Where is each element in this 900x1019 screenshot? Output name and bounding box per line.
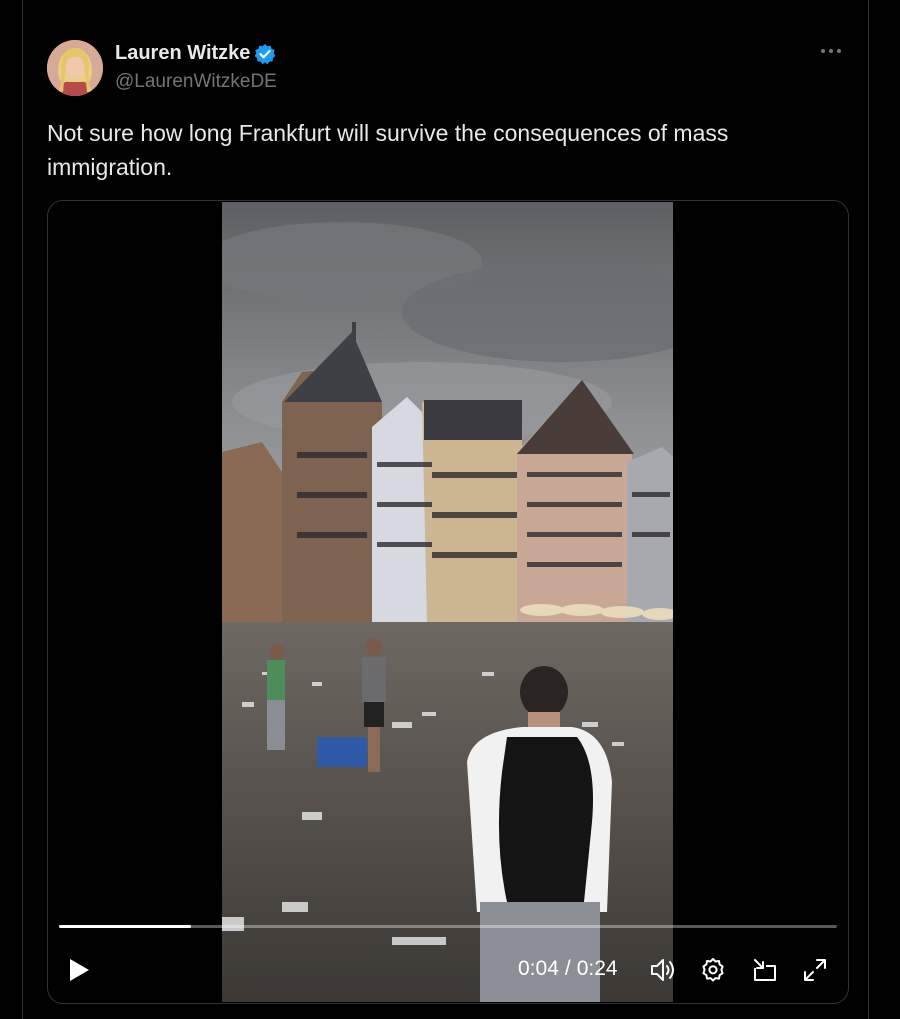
avatar-photo-icon	[47, 40, 103, 96]
author-avatar[interactable]	[47, 40, 103, 96]
picture-in-picture-button[interactable]	[750, 955, 780, 985]
fullscreen-button[interactable]	[800, 955, 830, 985]
settings-icon	[702, 958, 724, 982]
video-progress-fill	[59, 925, 192, 928]
play-icon	[70, 959, 89, 981]
video-time: 0:04 / 0:24	[518, 957, 618, 981]
fullscreen-icon	[804, 959, 826, 981]
video-time-separator: /	[564, 957, 571, 980]
video-current-time: 0:04	[518, 957, 559, 980]
video-progress-bar[interactable]	[59, 925, 837, 928]
verified-badge-icon[interactable]	[254, 43, 276, 65]
author-handle[interactable]: @LaurenWitzkeDE	[115, 71, 277, 93]
tweet-text: Not sure how long Frankfurt will survive…	[47, 120, 729, 180]
volume-button[interactable]	[648, 955, 678, 985]
picture-in-picture-icon	[754, 959, 776, 981]
video-frame[interactable]	[222, 202, 673, 1002]
tweet-card[interactable]: Lauren Witzke @LaurenWitzkeDE Not sure h…	[22, 0, 869, 1019]
video-duration: 0:24	[576, 957, 618, 980]
video-controls: 0:04 / 0:24	[48, 949, 848, 989]
settings-button[interactable]	[698, 955, 728, 985]
more-horizontal-icon	[821, 49, 841, 53]
author-name-row[interactable]: Lauren Witzke	[115, 42, 276, 65]
more-options-button[interactable]	[818, 38, 844, 64]
video-still-image	[222, 202, 673, 1002]
video-player[interactable]: 0:04 / 0:24	[47, 200, 849, 1004]
play-button[interactable]	[64, 955, 94, 985]
volume-icon	[651, 959, 674, 981]
author-display-name[interactable]: Lauren Witzke	[115, 42, 250, 65]
